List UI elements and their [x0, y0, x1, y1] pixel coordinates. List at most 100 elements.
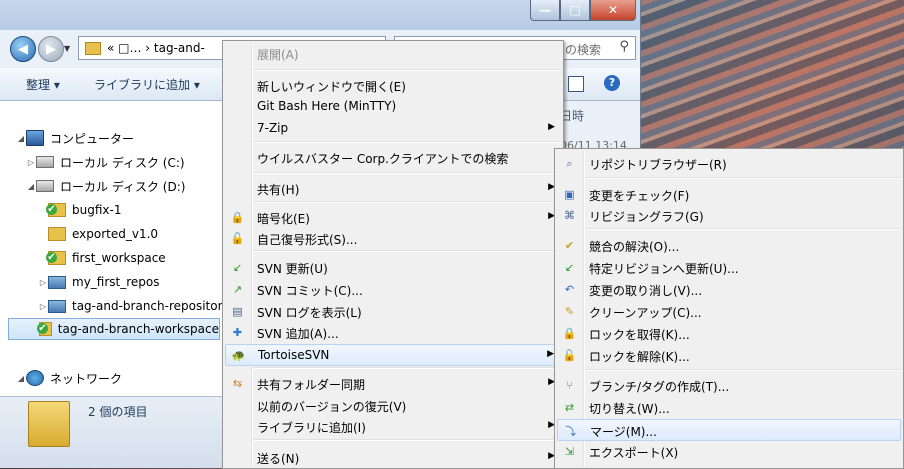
- tortoisesvn-submenu: ⌕ リポジトリブラウザー(R) ▣ 変更をチェック(F) ⌘ リビジョングラフ(G) ✔ 競合…: [554, 148, 904, 469]
- address-text: « □… › tag-and-: [107, 41, 205, 55]
- menu-item-ウイルスバスター-corp-クライアントでの検索[interactable]: ウイルスバスター Corp.クライアントでの検索: [225, 147, 561, 169]
- folder-icon: [48, 227, 66, 241]
- tree-label: first_workspace: [72, 251, 166, 265]
- menu-item-リビジョングラフ[interactable]: ⌘ リビジョングラフ(G): [557, 205, 901, 227]
- folder-icon: [85, 41, 101, 55]
- menu-item-label: ロックを解除(K)...: [589, 350, 690, 364]
- tree-item-network[interactable]: ◢ ネットワーク: [16, 367, 122, 389]
- menu-item-label: 特定リビジョンへ更新(U)...: [589, 262, 739, 276]
- menu-separator: [585, 369, 901, 371]
- revert-icon: ↶: [564, 283, 575, 296]
- tree-item-computer[interactable]: ◢ コンピューター: [16, 127, 134, 149]
- help-icon[interactable]: ?: [604, 75, 620, 91]
- menu-item-label: 自己復号形式(S)...: [257, 233, 358, 247]
- menu-item-切り替え[interactable]: ⇄ 切り替え(W)...: [557, 397, 901, 419]
- menu-item-以前のバージョンの復元[interactable]: 以前のバージョンの復元(V): [225, 395, 561, 417]
- menu-item-label: 共有フォルダー同期: [257, 378, 366, 392]
- svn-update-icon: ↙: [232, 261, 243, 274]
- menu-item-エクスポート[interactable]: ⇲ エクスポート(X): [557, 441, 901, 463]
- unlock-icon: 🔓: [562, 349, 577, 362]
- svn-folder-icon: [46, 251, 66, 265]
- search-icon[interactable]: ⚲: [619, 39, 629, 54]
- svn-add-icon: ✚: [232, 326, 243, 339]
- menu-item-マージ[interactable]: ⤵ マージ(M)...: [557, 419, 901, 441]
- preview-pane-icon[interactable]: [568, 76, 584, 92]
- menu-item-svn-追加[interactable]: ✚ SVN 追加(A)...: [225, 322, 561, 344]
- menu-item-label: ブランチ/タグの作成(T)...: [589, 380, 730, 394]
- menu-separator: [253, 201, 561, 203]
- encrypt-icon: 🔒: [230, 211, 245, 224]
- menu-item-tortoisesvn[interactable]: 🐢 TortoiseSVN ▶: [225, 344, 561, 366]
- tree-item-exported[interactable]: exported_v1.0: [38, 223, 158, 245]
- menu-item-新しいウィンドウで開く[interactable]: 新しいウィンドウで開く(E): [225, 75, 561, 97]
- menu-separator: [253, 141, 561, 143]
- back-button[interactable]: ◀: [10, 36, 36, 62]
- tree-item-bugfix[interactable]: bugfix-1: [38, 199, 121, 221]
- menu-item-label: 共有(H): [257, 183, 300, 197]
- tortoise-icon: 🐢: [231, 349, 246, 362]
- menu-item-svn-コミット[interactable]: ↗ SVN コミット(C)...: [225, 279, 561, 301]
- organize-button[interactable]: 整理 ▾: [26, 76, 60, 93]
- network-icon: [26, 370, 44, 386]
- menu-item-自己復号形式[interactable]: 🔓 自己復号形式(S)...: [225, 228, 561, 250]
- tree-label: ネットワーク: [50, 371, 123, 386]
- expand-icon[interactable]: ◢: [16, 134, 26, 143]
- repo-browser-icon: ⌕: [566, 156, 573, 170]
- menu-item-ライブラリに追加[interactable]: ライブラリに追加(I) ▶: [225, 416, 561, 438]
- menu-item-label: エクスポート(X): [589, 446, 679, 460]
- menu-item-競合の解決[interactable]: ✔ 競合の解決(O)...: [557, 235, 901, 257]
- recent-pages-chevron-icon[interactable]: ▼: [64, 44, 70, 53]
- forward-button[interactable]: ▶: [38, 36, 64, 62]
- menu-item-label: 変更をチェック(F): [589, 189, 690, 203]
- menu-item-label: 変更の取り消し(V)...: [589, 284, 703, 298]
- menu-item-クリーンアップ[interactable]: ✎ クリーンアップ(C)...: [557, 301, 901, 323]
- menu-item-送る[interactable]: 送る(N) ▶: [225, 447, 561, 469]
- tree-item-my-first-repos[interactable]: ▷ my_first_repos: [38, 271, 160, 293]
- menu-item-label: 7-Zip: [257, 121, 289, 135]
- minimize-button[interactable]: —: [530, 0, 560, 21]
- menu-item-ロックを解除[interactable]: 🔓 ロックを解除(K)...: [557, 345, 901, 367]
- collapse-icon[interactable]: ▷: [26, 158, 36, 167]
- menu-item-変更をチェック[interactable]: ▣ 変更をチェック(F): [557, 184, 901, 206]
- menu-item-展開[interactable]: 展開(A): [225, 43, 561, 65]
- menu-item-svn-ログを表示[interactable]: ▤ SVN ログを表示(L): [225, 301, 561, 323]
- tree-label: my_first_repos: [72, 275, 160, 289]
- check-modifications-icon: ▣: [564, 188, 575, 201]
- menu-item-リポジトリブラウザー[interactable]: ⌕ リポジトリブラウザー(R): [557, 153, 901, 175]
- menu-item-共有[interactable]: 共有(H) ▶: [225, 178, 561, 200]
- menu-item-7-zip[interactable]: 7-Zip ▶: [225, 118, 561, 140]
- tree-item-drive-c[interactable]: ▷ ローカル ディスク (C:): [26, 151, 185, 173]
- menu-separator: [253, 439, 561, 441]
- expand-icon[interactable]: ◢: [16, 374, 26, 383]
- menu-item-label: SVN ログを表示(L): [257, 306, 362, 320]
- menu-item-label: リポジトリブラウザー(R): [589, 158, 727, 172]
- close-button[interactable]: ✕: [590, 0, 636, 21]
- menu-item-svn-更新[interactable]: ↙ SVN 更新(U): [225, 257, 561, 279]
- tree-item-tag-branch-workspace[interactable]: tag-and-branch-workspace: [8, 318, 220, 340]
- search-placeholder: の検索: [565, 43, 602, 57]
- menu-item-ロックを取得[interactable]: 🔒 ロックを取得(K)...: [557, 323, 901, 345]
- collapse-icon[interactable]: ▷: [38, 302, 48, 311]
- maximize-button[interactable]: □: [560, 0, 590, 21]
- item-count: 2 個の項目: [88, 405, 148, 419]
- menu-separator: [253, 69, 561, 71]
- expand-icon[interactable]: ◢: [26, 182, 36, 191]
- revision-graph-icon: ⌘: [564, 209, 575, 222]
- menu-item-git-bash-here[interactable]: Git Bash Here (MinTTY): [225, 96, 561, 118]
- menu-item-label: リビジョングラフ(G): [589, 210, 704, 224]
- collapse-icon[interactable]: ▷: [38, 278, 48, 287]
- drive-icon: [36, 180, 54, 192]
- menu-item-特定リビジョンへ更新[interactable]: ↙ 特定リビジョンへ更新(U)...: [557, 257, 901, 279]
- title-bar: — □ ✕: [0, 0, 640, 30]
- menu-item-ブランチ-タグの作成[interactable]: ⑂ ブランチ/タグの作成(T)...: [557, 375, 901, 397]
- sync-icon: ⇆: [232, 377, 243, 390]
- tree-item-first-workspace[interactable]: first_workspace: [38, 247, 166, 269]
- menu-item-変更の取り消し[interactable]: ↶ 変更の取り消し(V)...: [557, 279, 901, 301]
- tree-label: コンピューター: [50, 131, 135, 146]
- menu-item-共有フォルダー同期[interactable]: ⇆ 共有フォルダー同期 ▶: [225, 373, 561, 395]
- merge-icon: ⤵: [565, 424, 576, 438]
- tree-item-tag-branch-repo[interactable]: ▷ tag-and-branch-repository: [38, 295, 230, 317]
- menu-item-暗号化[interactable]: 🔒 暗号化(E) ▶: [225, 207, 561, 229]
- add-to-library-button[interactable]: ライブラリに追加 ▾: [94, 76, 200, 93]
- tree-item-drive-d[interactable]: ◢ ローカル ディスク (D:): [26, 175, 186, 197]
